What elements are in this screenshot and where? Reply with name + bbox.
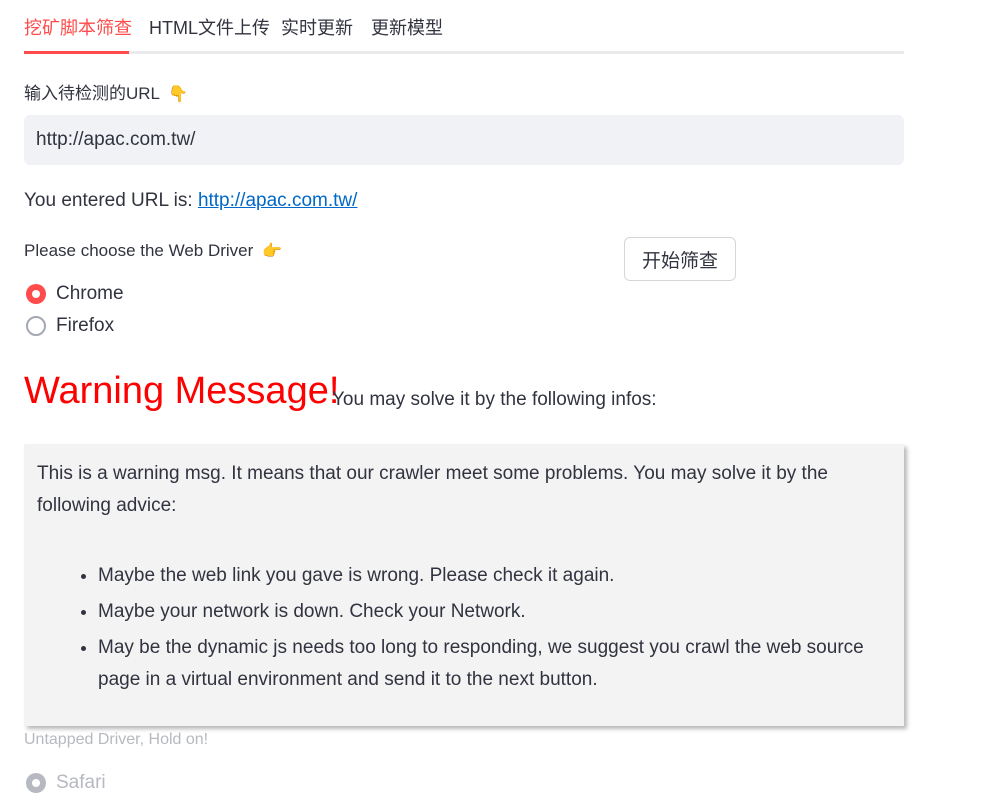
radio-unchecked-icon xyxy=(26,316,46,336)
url-input-label-text: 输入待检测的URL xyxy=(24,84,160,103)
radio-option-safari: Safari xyxy=(26,771,106,793)
active-tab-indicator xyxy=(24,51,129,54)
radio-option-firefox[interactable]: Firefox xyxy=(26,314,114,338)
radio-label-safari: Safari xyxy=(56,772,106,793)
start-check-button[interactable]: 开始筛查 xyxy=(624,237,736,281)
radio-option-chrome[interactable]: Chrome xyxy=(26,282,124,306)
entered-url-text: You entered URL is: http://apac.com.tw/ xyxy=(24,190,357,212)
list-item: Maybe your network is down. Check your N… xyxy=(98,596,891,628)
url-input-label: 输入待检测的URL 👇 xyxy=(24,79,188,104)
tab-update-model[interactable]: 更新模型 xyxy=(371,14,443,54)
url-input[interactable] xyxy=(24,115,904,165)
tab-mining-script-check[interactable]: 挖矿脚本筛查 xyxy=(24,14,132,54)
warning-intro: This is a warning msg. It means that our… xyxy=(37,463,828,516)
warning-advice-list: Maybe the web link you gave is wrong. Pl… xyxy=(37,560,891,696)
app-page: 挖矿脚本筛查 HTML文件上传 实时更新 更新模型 输入待检测的URL 👇 Yo… xyxy=(0,0,987,793)
radio-label-chrome: Chrome xyxy=(56,283,124,304)
list-item: Maybe the web link you gave is wrong. Pl… xyxy=(98,560,891,592)
web-driver-label-text: Please choose the Web Driver xyxy=(24,241,254,260)
warning-subtitle: You may solve it by the following infos: xyxy=(332,389,657,410)
web-driver-label: Please choose the Web Driver 👉 xyxy=(24,241,282,261)
tab-realtime-update[interactable]: 实时更新 xyxy=(281,14,353,54)
warning-box: This is a warning msg. It means that our… xyxy=(24,444,904,726)
entered-url-prefix: You entered URL is: xyxy=(24,190,193,211)
pointing-down-icon: 👇 xyxy=(168,86,189,103)
entered-url-link[interactable]: http://apac.com.tw/ xyxy=(198,190,357,211)
list-item: May be the dynamic js needs too long to … xyxy=(98,632,891,696)
tab-bar: 挖矿脚本筛查 HTML文件上传 实时更新 更新模型 xyxy=(24,0,904,54)
warning-title: Warning Message! xyxy=(24,370,340,412)
pointing-right-icon: 👉 xyxy=(262,243,282,260)
radio-checked-icon xyxy=(26,284,46,304)
tab-html-upload[interactable]: HTML文件上传 xyxy=(149,14,270,54)
untapped-driver-label: Untapped Driver, Hold on! xyxy=(24,731,209,748)
radio-label-firefox: Firefox xyxy=(56,315,115,336)
radio-disabled-icon xyxy=(26,773,46,793)
